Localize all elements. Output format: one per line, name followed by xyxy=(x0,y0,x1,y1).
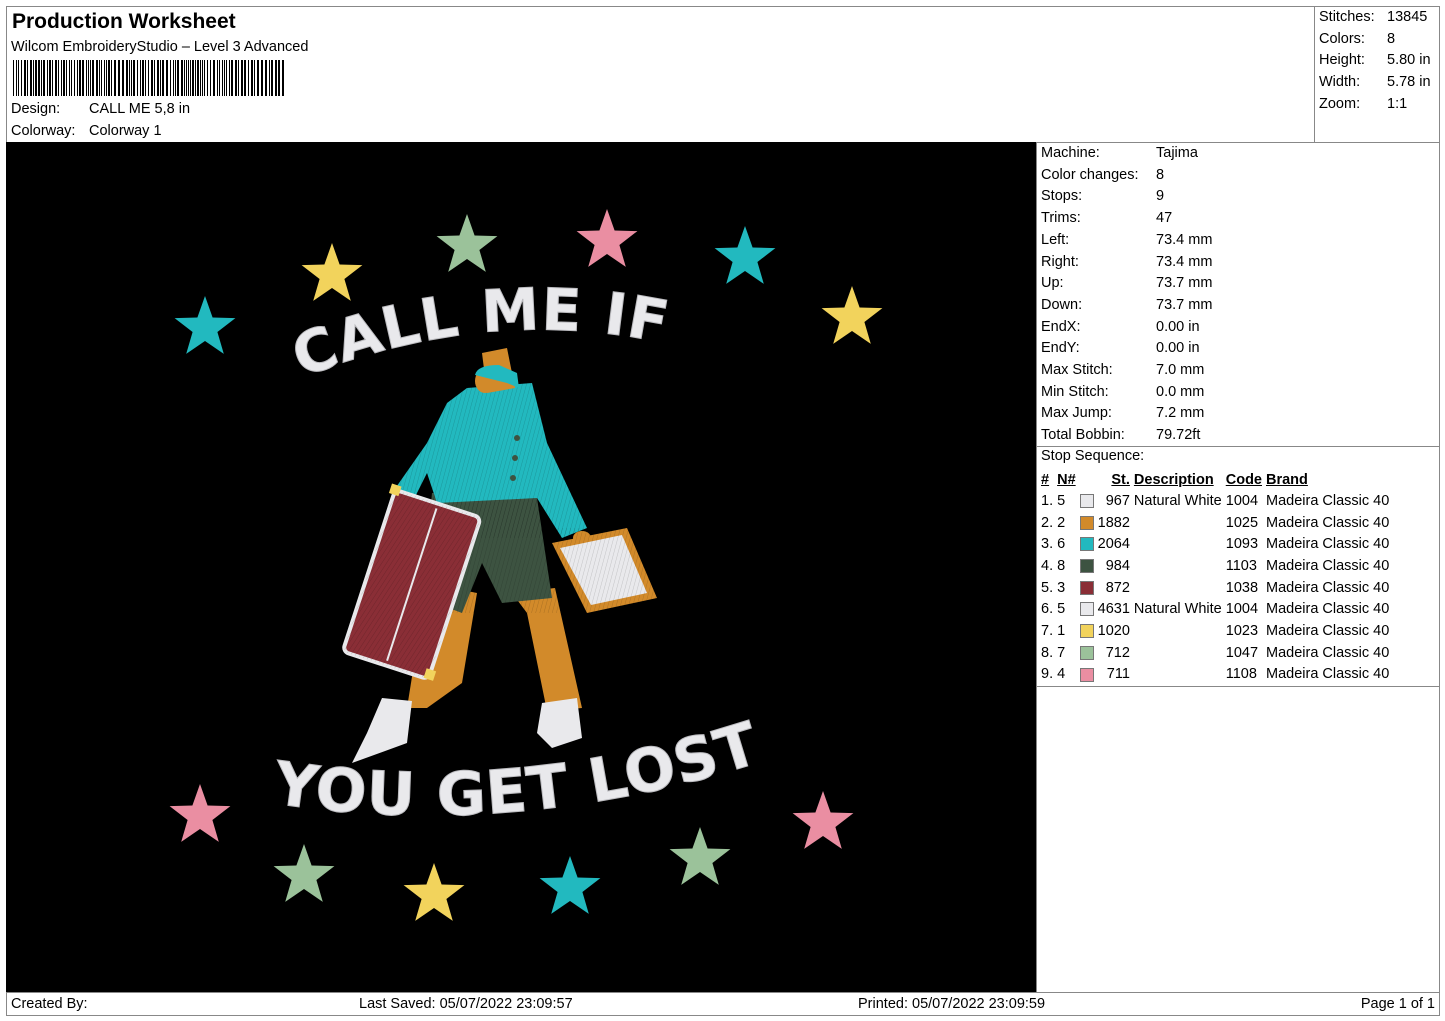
barcode xyxy=(13,60,284,96)
table-row: 3. 6 2064 1093 Madeira Classic 40 xyxy=(1041,536,1390,553)
color-swatch xyxy=(1079,602,1094,617)
page-number: Page 1 of 1 xyxy=(1360,996,1435,1012)
divider xyxy=(1037,446,1439,447)
table-row: 9. 4 711 1108 Madeira Classic 40 xyxy=(1041,666,1390,683)
table-row: 7. 1 1020 1023 Madeira Classic 40 xyxy=(1041,622,1390,639)
color-swatch xyxy=(1079,667,1094,682)
height-row: Height: 5.80 in xyxy=(1319,52,1431,68)
table-header: # N# St. Description Code Brand xyxy=(1041,471,1308,488)
star-icon xyxy=(169,784,231,842)
design-value: CALL ME 5,8 in xyxy=(89,101,191,117)
table-row: 5. 3 872 1038 Madeira Classic 40 xyxy=(1041,579,1390,596)
star-icon xyxy=(576,209,638,267)
stop-sequence-table: # N# St. Description Code Brand 1. 5 967 Na… xyxy=(1039,469,1391,685)
star-icon xyxy=(273,844,335,902)
design-text-bottom: YOU GET LOST xyxy=(269,709,767,831)
color-swatch xyxy=(1079,580,1094,595)
width-row: Width: 5.78 in xyxy=(1319,74,1431,90)
summary-box: Stitches: 13845 Colors: 8 Height: 5.80 in W… xyxy=(1314,6,1440,143)
colors-row: Colors: 8 xyxy=(1319,31,1396,47)
embroidery-artwork: CALL ME IF YOU GET LOST xyxy=(169,209,883,921)
color-swatch xyxy=(1079,645,1094,660)
design-label: Design: xyxy=(11,101,61,117)
zoom-row: Zoom: 1:1 xyxy=(1319,96,1408,112)
worksheet-header: Production Worksheet Wilcom EmbroiderySt… xyxy=(6,6,1315,143)
divider xyxy=(1037,686,1439,687)
star-icon xyxy=(403,863,465,921)
last-saved: Last Saved: 05/07/2022 23:09:57 xyxy=(359,996,573,1012)
created-by: Created By: xyxy=(11,996,88,1012)
page-title: Production Worksheet xyxy=(12,10,236,33)
design-preview: CALL ME IF YOU GET LOST xyxy=(6,142,1037,993)
colorway-value: Colorway 1 xyxy=(89,123,162,139)
star-icon xyxy=(792,791,854,849)
software-name: Wilcom EmbroideryStudio – Level 3 Advanc… xyxy=(11,39,309,55)
table-row: 1. 5 967 Natural White 1004 Madeira Classic 4… xyxy=(1041,492,1390,509)
color-swatch xyxy=(1079,494,1094,509)
stitches-row: Stitches: 13845 xyxy=(1319,9,1428,25)
star-icon xyxy=(669,827,731,885)
right-suitcase xyxy=(552,528,657,613)
printed-date: Printed: 05/07/2022 23:09:59 xyxy=(858,996,1046,1012)
colorway-row: Colorway: Colorway 1 xyxy=(11,123,162,139)
star-icon xyxy=(821,286,883,344)
table-row: 4. 8 984 1103 Madeira Classic 40 xyxy=(1041,557,1390,574)
star-icon xyxy=(714,226,776,284)
color-swatch xyxy=(1079,559,1094,574)
color-swatch xyxy=(1079,537,1094,552)
color-swatch xyxy=(1079,515,1094,530)
worksheet-footer: Created By: Last Saved: 05/07/2022 23:09… xyxy=(6,992,1440,1016)
design-row: Design: CALL ME 5,8 in xyxy=(11,101,190,117)
table-row: 8. 7 712 1047 Madeira Classic 40 xyxy=(1041,644,1390,661)
color-swatch xyxy=(1079,624,1094,639)
table-row: 2. 2 1882 1025 Madeira Classic 40 xyxy=(1041,514,1390,531)
table-row: 6. 5 4631 Natural White 1004 Madeira Classic … xyxy=(1041,601,1390,618)
star-icon xyxy=(539,856,601,914)
star-icon xyxy=(301,243,363,301)
star-icon xyxy=(174,296,236,354)
colorway-label: Colorway: xyxy=(11,123,76,139)
star-icon xyxy=(436,214,498,272)
info-panel: Machine: Tajima Color changes: 8 Stops: 9 Trim… xyxy=(1036,142,1440,993)
